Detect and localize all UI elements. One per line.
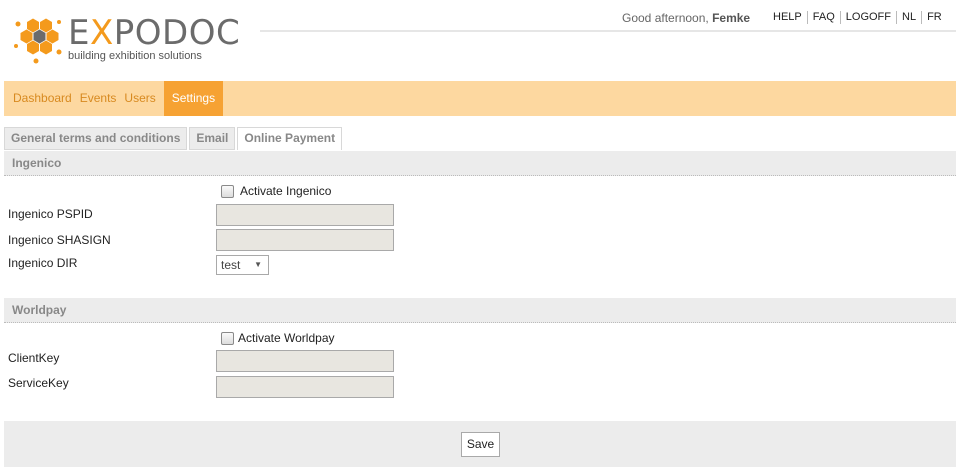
activate-ingenico-row: Activate Ingenico [221, 184, 331, 198]
logo[interactable]: EXPODOC building exhibition solutions [12, 12, 240, 68]
logo-subtitle: building exhibition solutions [68, 50, 202, 62]
activate-ingenico-label: Activate Ingenico [240, 184, 332, 198]
activate-worldpay-checkbox[interactable] [221, 331, 234, 345]
language-fr-link[interactable]: FR [921, 11, 947, 24]
user-name: Femke [712, 11, 751, 25]
worldpay-section-header: Worldpay [4, 298, 956, 323]
honeycomb-logo-icon [14, 18, 62, 64]
language-nl-link[interactable]: NL [896, 11, 921, 24]
ingenico-pspid-input[interactable] [216, 204, 394, 226]
tab-email[interactable]: Email [189, 127, 236, 150]
nav-settings[interactable]: Settings [163, 81, 224, 116]
settings-tabs: General terms and conditions Email Onlin… [4, 127, 344, 150]
servicekey-input[interactable] [216, 376, 394, 398]
faq-link[interactable]: FAQ [806, 11, 840, 24]
tab-general-terms[interactable]: General terms and conditions [4, 127, 188, 150]
nav-users[interactable]: Users [120, 81, 159, 116]
main-nav: Dashboard Events Users Settings [4, 81, 956, 116]
greeting: Good afternoon, Femke [622, 11, 751, 25]
nav-dashboard[interactable]: Dashboard [4, 81, 76, 116]
logoff-link[interactable]: LOGOFF [839, 11, 896, 24]
nav-events[interactable]: Events [76, 81, 121, 116]
servicekey-label: ServiceKey [8, 376, 69, 390]
ingenico-pspid-label: Ingenico PSPID [8, 207, 93, 221]
clientkey-label: ClientKey [8, 351, 60, 365]
ingenico-shasign-input[interactable] [216, 229, 394, 251]
ingenico-dir-value: test [221, 258, 241, 272]
header-divider [260, 30, 956, 32]
ingenico-section-header: Ingenico [4, 151, 956, 176]
ingenico-dir-label: Ingenico DIR [8, 256, 78, 270]
logo-title: EXPODOC [68, 13, 241, 53]
tab-online-payment[interactable]: Online Payment [237, 127, 343, 150]
clientkey-input[interactable] [216, 350, 394, 372]
save-button[interactable]: Save [461, 432, 500, 457]
dropdown-arrow-icon: ▼ [254, 260, 262, 269]
ingenico-shasign-label: Ingenico SHASIGN [8, 233, 111, 247]
ingenico-dir-select[interactable]: test ▼ [216, 255, 269, 275]
help-link[interactable]: HELP [768, 11, 807, 24]
activate-ingenico-checkbox[interactable] [221, 184, 234, 198]
activate-worldpay-label: Activate Worldpay [238, 331, 335, 345]
top-links: HELP FAQ LOGOFF NL FR [768, 11, 947, 24]
activate-worldpay-row: Activate Worldpay [221, 331, 335, 345]
